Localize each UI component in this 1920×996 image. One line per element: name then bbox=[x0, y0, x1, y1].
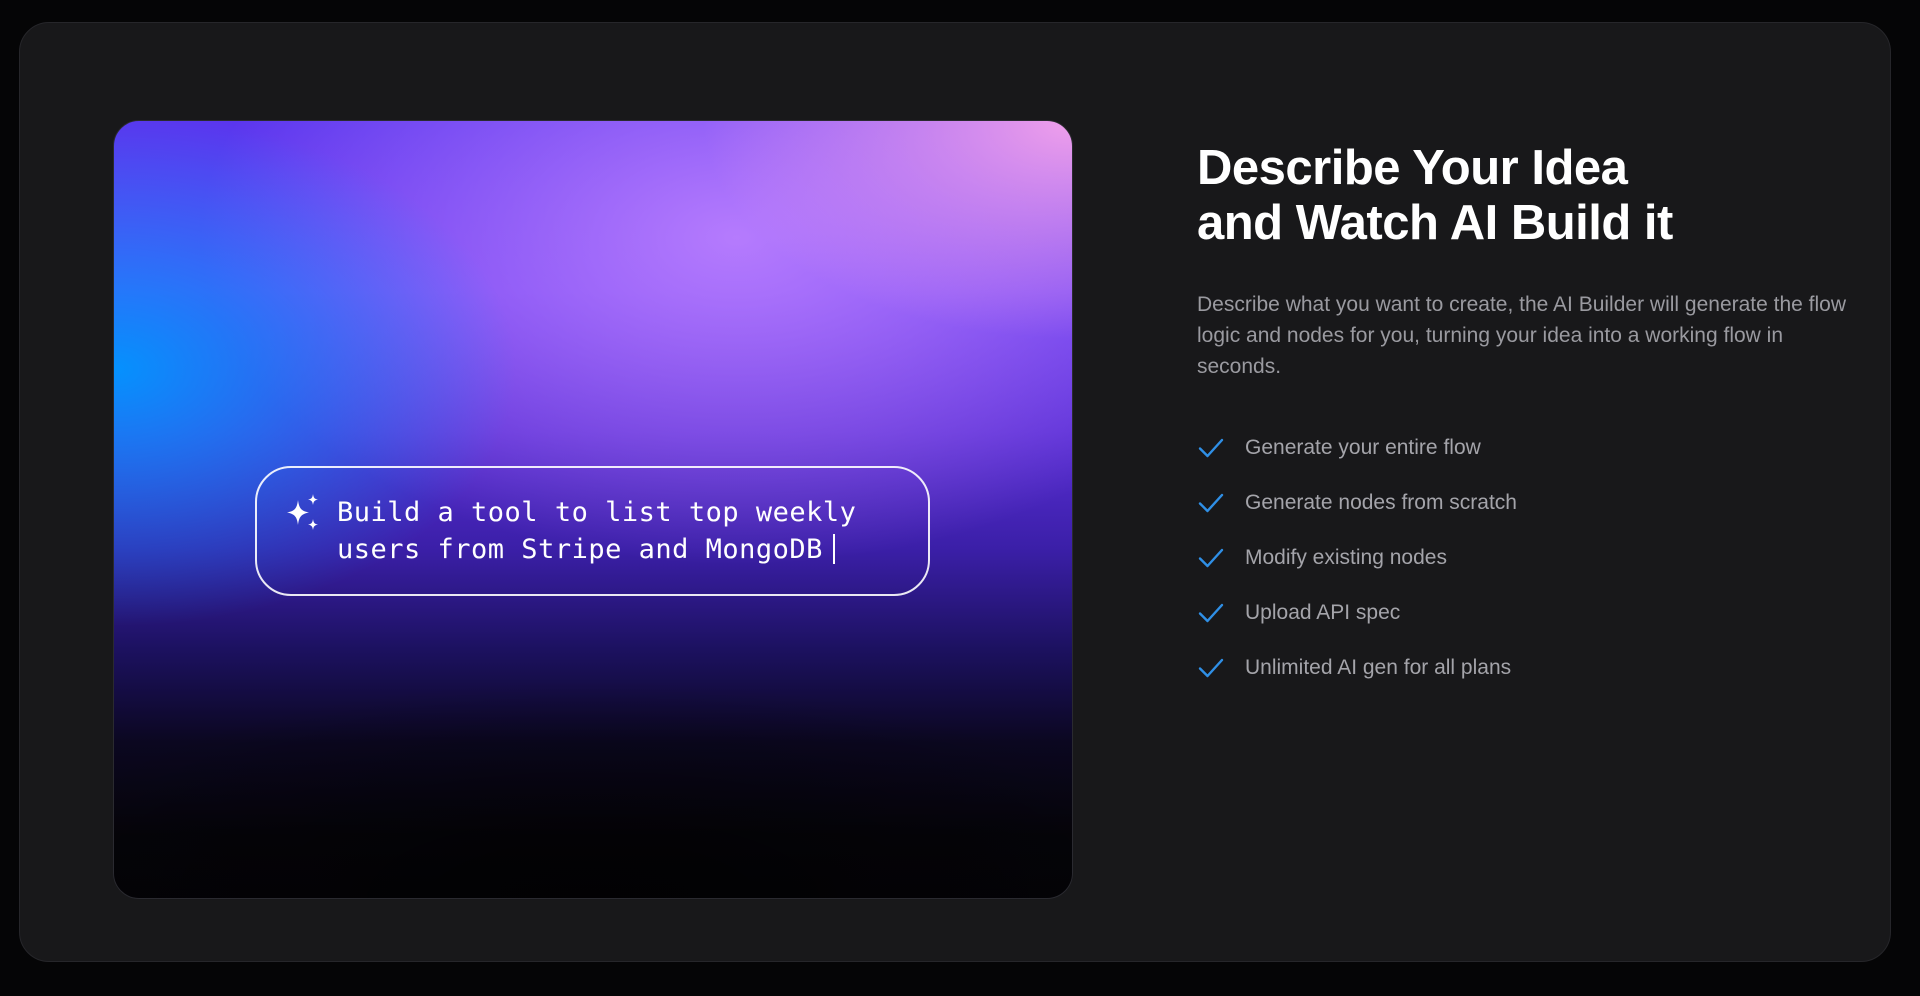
check-icon bbox=[1198, 603, 1224, 622]
ai-builder-hero-visual: Build a tool to list top weekly users fr… bbox=[113, 120, 1073, 899]
prompt-text: Build a tool to list top weekly users fr… bbox=[337, 494, 897, 568]
feature-content: Describe Your Idea and Watch AI Build it… bbox=[1197, 141, 1857, 695]
section-title: Describe Your Idea and Watch AI Build it bbox=[1197, 141, 1857, 251]
check-icon bbox=[1198, 658, 1224, 677]
prompt-line: Build a tool to list top weekly bbox=[337, 497, 857, 528]
feature-item: Upload API spec bbox=[1197, 585, 1857, 640]
prompt-line: users from Stripe and MongoDB bbox=[337, 531, 897, 568]
feature-list: Generate your entire flow Generate nodes… bbox=[1197, 420, 1857, 695]
ai-prompt-input[interactable]: Build a tool to list top weekly users fr… bbox=[255, 466, 930, 596]
text-cursor bbox=[832, 534, 835, 564]
feature-section-card: Build a tool to list top weekly users fr… bbox=[19, 22, 1891, 962]
feature-label: Generate your entire flow bbox=[1245, 435, 1481, 459]
feature-item: Modify existing nodes bbox=[1197, 530, 1857, 585]
feature-item: Unlimited AI gen for all plans bbox=[1197, 640, 1857, 695]
feature-label: Generate nodes from scratch bbox=[1245, 490, 1517, 514]
check-icon bbox=[1198, 548, 1224, 567]
section-description: Describe what you want to create, the AI… bbox=[1197, 293, 1847, 378]
feature-item: Generate nodes from scratch bbox=[1197, 475, 1857, 530]
check-icon bbox=[1198, 438, 1224, 457]
feature-item: Generate your entire flow bbox=[1197, 420, 1857, 475]
title-line: Describe Your Idea bbox=[1197, 141, 1628, 195]
check-icon bbox=[1198, 493, 1224, 512]
feature-label: Upload API spec bbox=[1245, 600, 1401, 624]
feature-label: Modify existing nodes bbox=[1245, 545, 1447, 569]
sparkle-icon bbox=[287, 494, 318, 530]
title-line: and Watch AI Build it bbox=[1197, 196, 1673, 250]
prompt-line-text: users from Stripe and MongoDB bbox=[337, 534, 823, 565]
feature-label: Unlimited AI gen for all plans bbox=[1245, 655, 1512, 679]
